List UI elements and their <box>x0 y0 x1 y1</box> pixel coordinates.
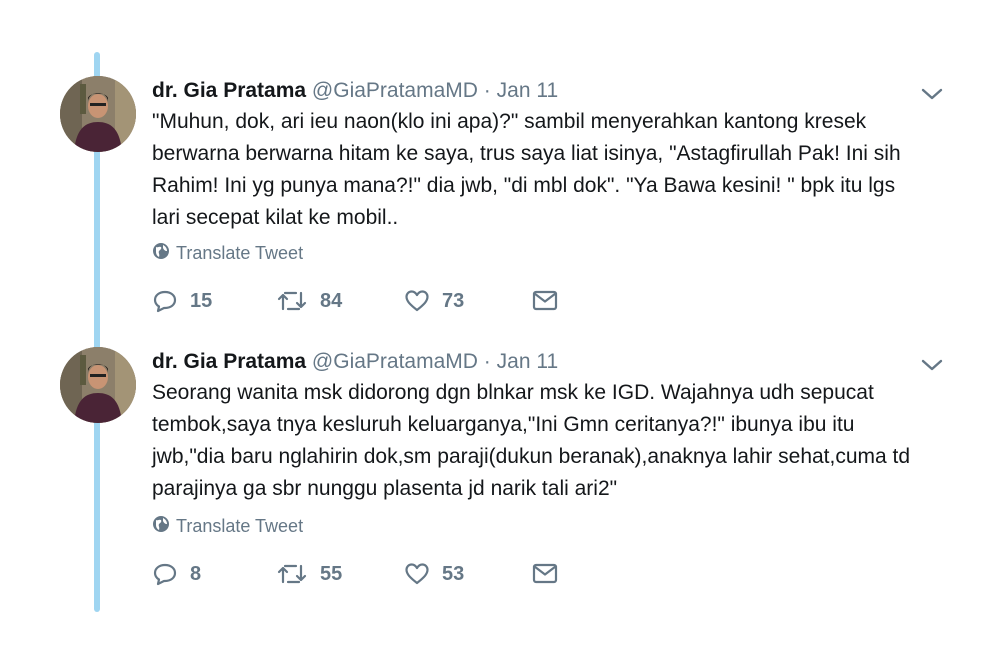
tweet[interactable]: dr. Gia Pratama @GiaPratamaMD · Jan 11 "… <box>60 76 960 326</box>
globe-icon <box>152 242 170 265</box>
retweet-button[interactable]: 55 <box>276 562 404 586</box>
like-count: 73 <box>442 289 465 312</box>
tweet-actions: 8 55 53 <box>152 559 558 589</box>
retweet-count: 84 <box>320 289 343 312</box>
direct-message-button[interactable] <box>532 290 558 312</box>
translate-label: Translate Tweet <box>176 243 304 263</box>
like-icon <box>404 562 430 586</box>
author-handle[interactable]: @GiaPratamaMD <box>312 79 478 102</box>
tweet-text-line: lari secepat kilat ke mobil.. <box>152 206 399 229</box>
translate-label: Translate Tweet <box>176 516 304 536</box>
translate-tweet-link[interactable]: Translate Tweet <box>152 515 303 538</box>
author-name[interactable]: dr. Gia Pratama <box>152 79 306 102</box>
avatar[interactable] <box>60 347 136 423</box>
tweet[interactable]: dr. Gia Pratama @GiaPratamaMD · Jan 11 S… <box>60 347 960 597</box>
tweet-text-line: jwb,"dia baru nglahirin dok,sm paraji(du… <box>152 445 911 468</box>
tweet-text: "Muhun, dok, ari ieu naon(klo ini apa)?"… <box>152 106 952 234</box>
globe-icon <box>152 515 170 538</box>
author-handle[interactable]: @GiaPratamaMD <box>312 350 478 373</box>
tweet-date[interactable]: Jan 11 <box>497 79 559 102</box>
reply-button[interactable]: 15 <box>152 289 276 313</box>
reply-count: 8 <box>190 562 202 585</box>
reply-count: 15 <box>190 289 213 312</box>
chevron-down-icon[interactable] <box>920 86 944 102</box>
separator: · <box>483 350 491 373</box>
retweet-icon <box>276 289 308 313</box>
tweet-actions: 15 84 73 <box>152 286 558 316</box>
like-count: 53 <box>442 562 465 585</box>
translate-tweet-link[interactable]: Translate Tweet <box>152 242 303 265</box>
tweet-text-line: berwarna berwarna hitam ke saya, trus sa… <box>152 142 901 165</box>
like-icon <box>404 289 430 313</box>
tweet-text: Seorang wanita msk didorong dgn blnkar m… <box>152 377 952 505</box>
message-icon <box>532 290 558 312</box>
tweet-date[interactable]: Jan 11 <box>497 350 559 373</box>
retweet-icon <box>276 562 308 586</box>
like-button[interactable]: 53 <box>404 562 532 586</box>
tweet-text-line: tembok,saya tnya kesluruh keluarganya,"I… <box>152 413 855 436</box>
tweet-header: dr. Gia Pratama @GiaPratamaMD · Jan 11 <box>152 349 558 375</box>
message-icon <box>532 563 558 585</box>
reply-icon <box>152 562 178 586</box>
chevron-down-icon[interactable] <box>920 357 944 373</box>
direct-message-button[interactable] <box>532 563 558 585</box>
avatar[interactable] <box>60 76 136 152</box>
tweet-text-line: Seorang wanita msk didorong dgn blnkar m… <box>152 381 874 404</box>
tweet-header: dr. Gia Pratama @GiaPratamaMD · Jan 11 <box>152 78 558 104</box>
like-button[interactable]: 73 <box>404 289 532 313</box>
retweet-button[interactable]: 84 <box>276 289 404 313</box>
author-name[interactable]: dr. Gia Pratama <box>152 350 306 373</box>
tweet-text-line: parajinya ga sbr nunggu plasenta jd nari… <box>152 477 618 500</box>
retweet-count: 55 <box>320 562 343 585</box>
reply-icon <box>152 289 178 313</box>
separator: · <box>483 79 491 102</box>
tweet-text-line: Rahim! Ini yg punya mana?!" dia jwb, "di… <box>152 174 896 197</box>
reply-button[interactable]: 8 <box>152 562 276 586</box>
tweet-text-line: "Muhun, dok, ari ieu naon(klo ini apa)?"… <box>152 110 867 133</box>
